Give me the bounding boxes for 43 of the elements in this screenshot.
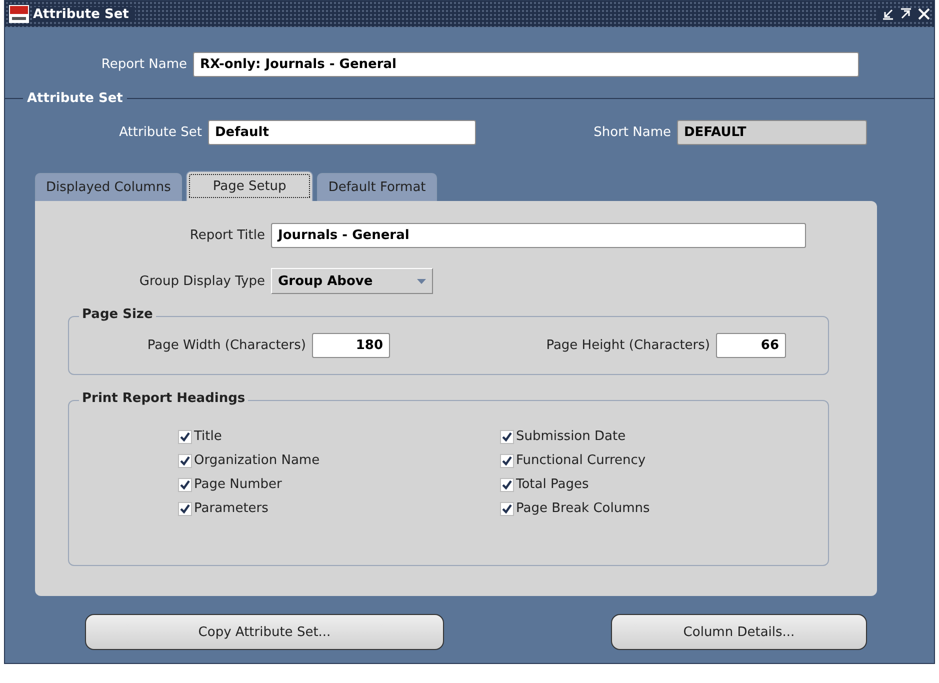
app-logo-icon xyxy=(9,5,29,23)
checkbox[interactable] xyxy=(178,478,192,492)
dropdown-arrow-icon xyxy=(417,278,426,284)
checkbox[interactable] xyxy=(500,454,514,468)
checkbox[interactable] xyxy=(500,478,514,492)
checkbox-label: Page Break Columns xyxy=(516,501,650,516)
checkbox[interactable] xyxy=(178,430,192,444)
checkbox[interactable] xyxy=(500,430,514,444)
checkbox-label: Page Number xyxy=(194,477,282,492)
field-label: Group Display Type xyxy=(138,274,266,288)
field-label: Page Width (Characters) xyxy=(146,338,307,353)
report-title-field[interactable]: Journals - General xyxy=(271,223,806,248)
tab[interactable]: Displayed Columns xyxy=(35,173,182,201)
group-title: Print Report Headings xyxy=(79,391,248,406)
group-title: Page Size xyxy=(79,307,156,322)
checkbox-label: Parameters xyxy=(194,501,268,516)
window-title: Attribute Set xyxy=(33,6,135,22)
checkbox-label: Total Pages xyxy=(516,477,589,492)
checkbox-label: Functional Currency xyxy=(516,453,646,468)
report-name-field[interactable]: RX-only: Journals - General xyxy=(193,52,859,77)
checkbox[interactable] xyxy=(178,502,192,516)
checkbox[interactable] xyxy=(178,454,192,468)
field-label: Report Title xyxy=(188,228,266,243)
number-field[interactable]: 180 xyxy=(312,333,390,358)
checkbox-label: Title xyxy=(194,429,222,444)
tab[interactable]: Default Format xyxy=(317,173,437,201)
section-title: Attribute Set xyxy=(26,91,124,106)
checkbox[interactable] xyxy=(500,502,514,516)
checkbox-label: Submission Date xyxy=(516,429,626,444)
number-field[interactable]: 66 xyxy=(716,333,786,358)
field-label: Page Height (Characters) xyxy=(545,338,711,353)
field-label: Report Name xyxy=(100,57,188,72)
minimize-icon[interactable] xyxy=(882,8,894,20)
checkbox-label: Organization Name xyxy=(194,453,320,468)
field-label: Attribute Set xyxy=(118,125,203,140)
tab[interactable]: Page Setup xyxy=(186,171,314,201)
maximize-icon[interactable] xyxy=(900,8,912,20)
action-button[interactable]: Column Details... xyxy=(611,614,867,650)
group-display-dropdown[interactable]: Group Above xyxy=(271,268,433,294)
action-button[interactable]: Copy Attribute Set... xyxy=(85,614,444,650)
attribute-set-field[interactable]: Default xyxy=(208,120,476,145)
field-label: Short Name xyxy=(592,125,672,140)
close-icon[interactable] xyxy=(918,8,930,20)
